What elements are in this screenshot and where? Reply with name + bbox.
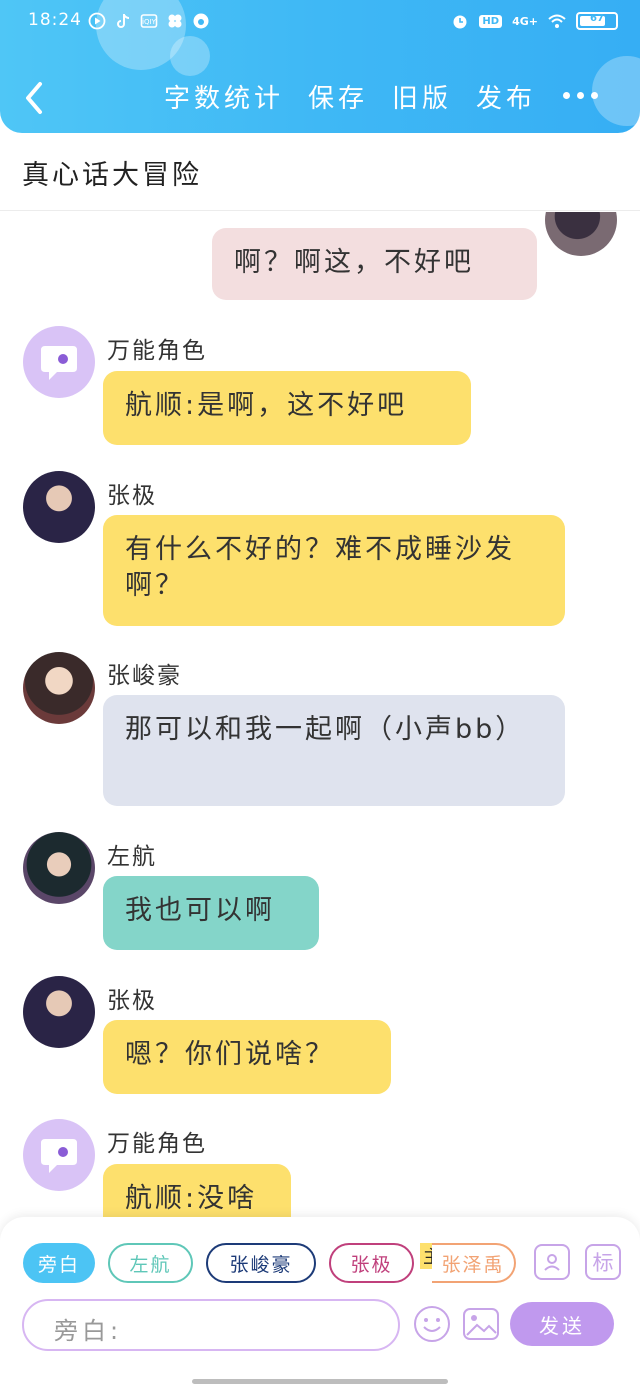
- message-bubble[interactable]: 啊？啊这，不好吧: [212, 228, 537, 300]
- message-bubble[interactable]: 有什么不好的？难不成睡沙发啊？: [103, 515, 565, 626]
- avatar[interactable]: [23, 1119, 95, 1191]
- avatar[interactable]: [545, 212, 617, 256]
- alarm-icon: [453, 15, 467, 29]
- message-bubble[interactable]: 嗯？你们说啥？: [103, 1020, 391, 1094]
- status-system-icons: HD 4G+ 67: [451, 12, 618, 30]
- role-chip-zhangji[interactable]: 张极: [329, 1243, 414, 1283]
- role-chip-zhangzeyu[interactable]: 张泽禹: [432, 1243, 516, 1283]
- network-type: 4G+: [512, 14, 538, 28]
- svg-text:iQIY: iQIY: [142, 18, 157, 26]
- decor-bubble: [592, 56, 640, 126]
- story-title-bar: 真心话大冒险: [0, 133, 640, 211]
- tiktok-icon: [117, 14, 130, 28]
- battery-level: 67: [590, 13, 604, 24]
- publish-button[interactable]: 发布: [476, 78, 536, 115]
- back-icon[interactable]: [20, 80, 48, 116]
- emoji-icon[interactable]: [413, 1305, 451, 1343]
- role-chip-zuohang[interactable]: 左航: [108, 1243, 193, 1283]
- input-role-label: 旁白:: [54, 1317, 123, 1345]
- word-count-button[interactable]: 字数统计: [164, 78, 284, 115]
- status-notification-icons: iQIY: [88, 12, 210, 30]
- speech-bubble-icon: [41, 1139, 77, 1173]
- speaker-name: 张极: [107, 483, 157, 509]
- more-options-icon[interactable]: [563, 92, 598, 99]
- chat-area[interactable]: 啊？啊这，不好吧 万能角色 航顺:是啊，这不好吧 张极 有什么不好的？难不成睡沙…: [0, 212, 640, 1217]
- speaker-name: 万能角色: [107, 1131, 207, 1157]
- old-version-button[interactable]: 旧版: [392, 78, 452, 115]
- avatar[interactable]: [23, 652, 95, 724]
- story-title[interactable]: 真心话大冒险: [22, 153, 202, 192]
- message-input[interactable]: 旁白:: [22, 1299, 400, 1351]
- save-button[interactable]: 保存: [308, 78, 368, 115]
- compose-panel: 旁白 左航 张峻豪 张极 主 张泽禹 标 旁白: 发送: [0, 1217, 640, 1387]
- speech-bubble-icon: [41, 346, 77, 380]
- hd-badge: HD: [479, 14, 503, 28]
- speaker-name: 张峻豪: [107, 663, 182, 689]
- avatar[interactable]: [23, 976, 95, 1048]
- speaker-name: 左航: [107, 844, 157, 870]
- fan-icon: [168, 14, 182, 28]
- play-icon: [88, 12, 106, 30]
- battery-icon: 67: [576, 12, 618, 30]
- role-chip-zhangjunhao[interactable]: 张峻豪: [206, 1243, 316, 1283]
- role-chip-narrator[interactable]: 旁白: [23, 1243, 95, 1283]
- iqiyi-icon: iQIY: [140, 14, 158, 28]
- message-bubble[interactable]: 航顺:是啊，这不好吧: [103, 371, 471, 445]
- message-bubble[interactable]: 我也可以啊: [103, 876, 319, 950]
- send-button[interactable]: 发送: [510, 1302, 614, 1346]
- speaker-name: 张极: [107, 988, 157, 1014]
- avatar[interactable]: [23, 832, 95, 904]
- status-time: 18:24: [28, 10, 82, 30]
- bubble-app-icon: [193, 13, 209, 29]
- header-nav: 字数统计 保存 旧版 发布: [164, 78, 536, 115]
- image-icon[interactable]: [462, 1305, 500, 1343]
- person-icon: [544, 1254, 560, 1271]
- message-bubble[interactable]: 航顺:没啥: [103, 1164, 291, 1217]
- app-header: 18:24 iQIY HD 4G+ 67 字数统计 保存 旧版 发布: [0, 0, 640, 133]
- home-indicator[interactable]: [192, 1379, 448, 1384]
- avatar[interactable]: [23, 471, 95, 543]
- avatar[interactable]: [23, 326, 95, 398]
- message-bubble[interactable]: 那可以和我一起啊（小声bb）: [103, 695, 565, 806]
- speaker-name: 万能角色: [107, 338, 207, 364]
- decor-bubble: [170, 36, 210, 76]
- add-character-icon[interactable]: [534, 1244, 570, 1280]
- tag-button[interactable]: 标: [585, 1244, 621, 1280]
- wifi-icon: [548, 14, 566, 28]
